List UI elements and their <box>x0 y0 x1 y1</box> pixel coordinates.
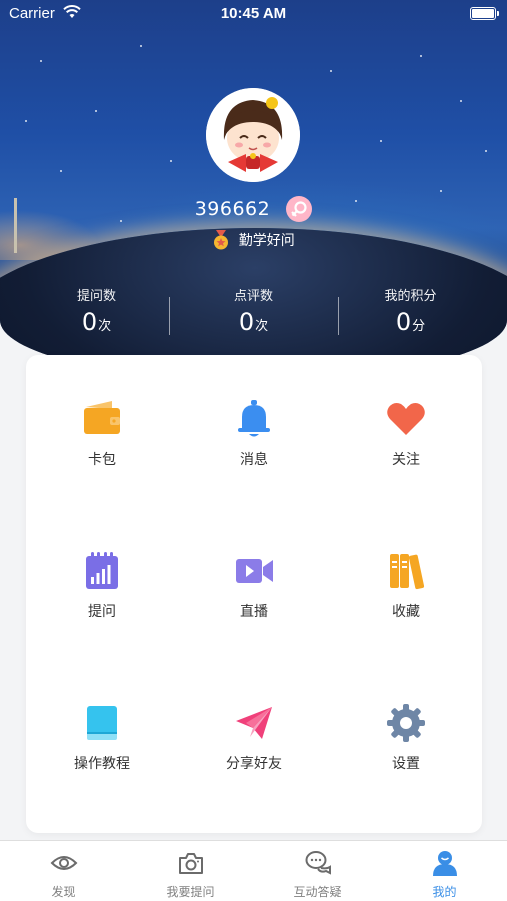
chart-notebook-icon <box>86 552 118 589</box>
menu-item-wallet[interactable]: 卡包 <box>26 355 178 507</box>
stat-questions[interactable]: 提问数 0次 <box>12 285 181 336</box>
menu-item-questions[interactable]: 提问 <box>26 507 178 659</box>
bell-icon <box>238 400 270 437</box>
tab-label: 互动答疑 <box>293 885 342 899</box>
stat-value: 0 <box>238 308 255 336</box>
wallet-icon <box>84 401 120 434</box>
menu-item-label: 卡包 <box>88 452 116 468</box>
menu-item-label: 直播 <box>240 604 268 620</box>
stat-value: 0 <box>395 308 412 336</box>
stat-label: 我的积分 <box>384 289 437 304</box>
stat-label: 点评数 <box>233 289 273 304</box>
gear-icon <box>387 704 425 742</box>
stat-label: 提问数 <box>76 289 116 304</box>
stat-reviews[interactable]: 点评数 0次 <box>169 285 338 336</box>
stat-unit: 分 <box>412 319 426 334</box>
tab-bar: 发现 我要提问 互动答疑 我的 <box>0 840 507 901</box>
cartoon-girl-avatar-icon <box>206 88 300 182</box>
status-bar: Carrier 10:45 AM <box>0 0 507 28</box>
menu-item-follow[interactable]: 关注 <box>330 355 482 507</box>
user-title-row: 勤学好问 <box>0 230 507 250</box>
menu-item-label: 设置 <box>392 756 420 772</box>
menu-item-settings[interactable]: 设置 <box>330 659 482 811</box>
menu-item-tutorial[interactable]: 操作教程 <box>26 659 178 811</box>
stat-value: 0 <box>81 308 98 336</box>
clock: 10:45 AM <box>220 5 287 22</box>
menu-item-label: 分享好友 <box>226 756 282 772</box>
video-camera-icon <box>236 559 273 583</box>
stats-row: 提问数 0次 点评数 0次 我的积分 0分 <box>0 285 507 345</box>
menu-item-favorites[interactable]: 收藏 <box>330 507 482 659</box>
tab-label: 我要提问 <box>166 885 215 899</box>
menu-item-label: 收藏 <box>392 604 420 620</box>
menu-card: 卡包 消息 关注 提问 直播 收藏 操作教程 分享好友 设置 <box>26 355 482 833</box>
chat-bubbles-icon <box>305 851 331 875</box>
menu-item-label: 消息 <box>240 452 268 468</box>
stat-unit: 次 <box>255 319 269 334</box>
female-gender-icon <box>286 196 313 222</box>
user-title: 勤学好问 <box>238 233 295 249</box>
heart-icon <box>387 403 425 435</box>
user-id: 396662 <box>194 198 271 220</box>
stat-divider <box>169 297 170 335</box>
user-id-row: 396662 <box>0 196 507 222</box>
stat-unit: 次 <box>98 319 112 334</box>
stat-divider <box>338 297 339 335</box>
book-icon <box>87 706 117 740</box>
battery-icon <box>470 7 499 20</box>
camera-icon <box>179 853 203 874</box>
paper-plane-icon <box>236 707 272 739</box>
menu-item-label: 操作教程 <box>74 756 130 772</box>
menu-item-label: 关注 <box>392 452 420 468</box>
medal-icon <box>214 230 229 250</box>
user-icon <box>433 851 457 876</box>
stat-points[interactable]: 我的积分 0分 <box>326 285 495 336</box>
tab-discover[interactable]: 发现 <box>0 841 127 901</box>
tab-label: 发现 <box>51 885 76 899</box>
tab-interactive-qa[interactable]: 互动答疑 <box>254 841 381 901</box>
menu-item-share[interactable]: 分享好友 <box>178 659 330 811</box>
tab-me[interactable]: 我的 <box>381 841 507 901</box>
menu-item-live[interactable]: 直播 <box>178 507 330 659</box>
books-icon <box>390 554 425 590</box>
eye-icon <box>50 856 78 870</box>
tab-ask-question[interactable]: 我要提问 <box>127 841 254 901</box>
avatar[interactable] <box>206 88 300 182</box>
tab-label: 我的 <box>432 885 457 899</box>
menu-item-messages[interactable]: 消息 <box>178 355 330 507</box>
menu-item-label: 提问 <box>88 604 116 620</box>
